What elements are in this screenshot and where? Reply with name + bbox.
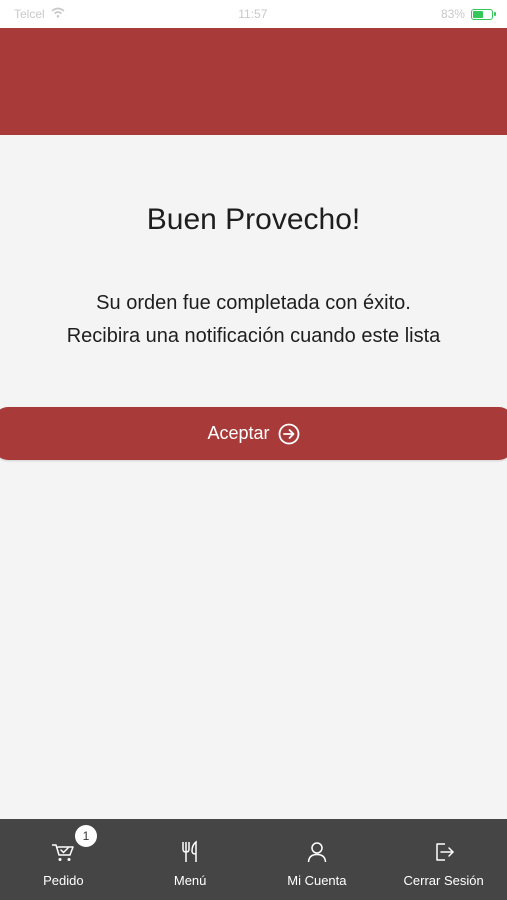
utensils-icon xyxy=(179,839,201,865)
wifi-icon xyxy=(51,7,65,21)
confirmation-content: Buen Provecho! Su orden fue completada c… xyxy=(0,135,507,819)
tab-pedido[interactable]: 1 Pedido xyxy=(0,819,127,900)
tab-menu[interactable]: Menú xyxy=(127,819,254,900)
accept-button-label: Aceptar xyxy=(207,423,270,443)
tab-cerrar-sesion[interactable]: Cerrar Sesión xyxy=(380,819,507,900)
bottom-tab-bar: 1 Pedido Menú Mi Cuenta Cerrar Sesión xyxy=(0,819,507,900)
message-line-1: Su orden fue completada con éxito. xyxy=(96,292,411,314)
tab-mi-cuenta[interactable]: Mi Cuenta xyxy=(254,819,381,900)
user-icon xyxy=(306,839,328,865)
status-bar: Telcel 11:57 83% xyxy=(0,0,507,28)
confirmation-message: Su orden fue completada con éxito. Recib… xyxy=(0,287,507,353)
tab-label-cerrar-sesion: Cerrar Sesión xyxy=(403,873,484,888)
logout-icon xyxy=(432,839,456,865)
message-line-2: Recibira una notificación cuando este li… xyxy=(66,325,441,347)
tab-label-pedido: Pedido xyxy=(43,873,84,888)
header-band xyxy=(0,28,507,135)
battery-percent: 83% xyxy=(440,7,465,21)
cart-icon xyxy=(50,839,76,865)
page-title: Buen Provecho! xyxy=(146,203,361,236)
carrier-label: Telcel xyxy=(14,7,45,21)
arrow-right-circle-icon xyxy=(278,423,300,445)
cart-badge: 1 xyxy=(75,825,97,847)
status-right: 83% xyxy=(440,7,496,21)
tab-label-mi-cuenta: Mi Cuenta xyxy=(287,873,347,888)
accept-button[interactable]: Aceptar xyxy=(0,407,507,460)
status-left: Telcel xyxy=(14,7,65,21)
status-time: 11:57 xyxy=(238,7,268,21)
battery-icon xyxy=(470,8,496,20)
tab-label-menu: Menú xyxy=(173,873,207,888)
